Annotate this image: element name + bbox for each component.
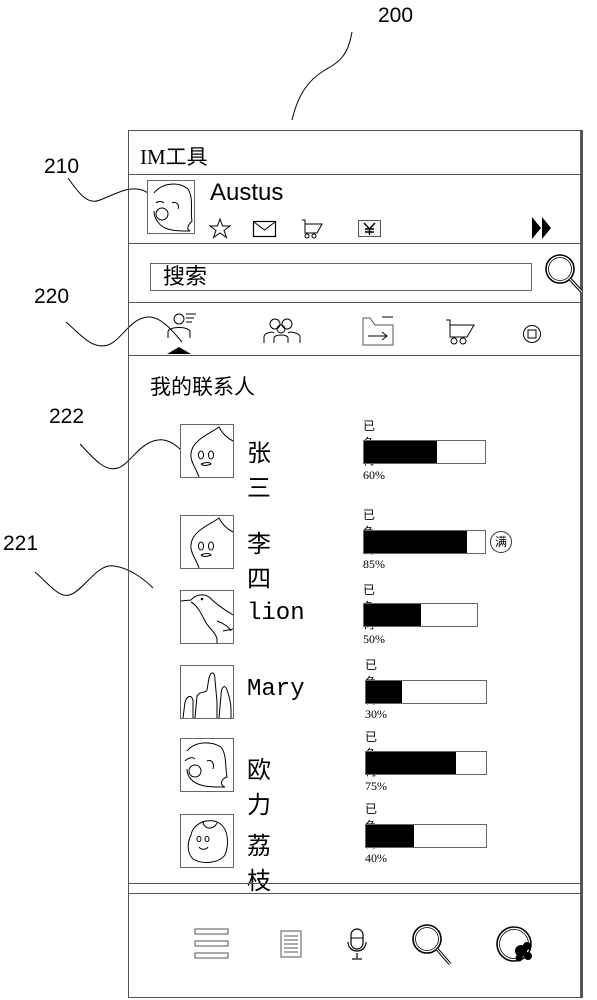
contact-avatar[interactable] [180, 515, 234, 569]
search-input[interactable]: 搜索 [150, 263, 532, 291]
load-bar [365, 824, 487, 848]
settings-blob-icon [496, 926, 532, 962]
user-face-avatar-icon [153, 183, 193, 232]
contact-name: 荔枝 [247, 834, 271, 895]
tab-contacts[interactable] [160, 310, 198, 354]
contact-avatar[interactable] [180, 738, 234, 792]
star-icon[interactable] [208, 217, 232, 239]
divider [128, 893, 583, 894]
load-bar-fill [364, 441, 437, 463]
cart-icon [446, 319, 475, 345]
contact-avatar[interactable] [180, 665, 234, 719]
user-avatar[interactable] [147, 180, 195, 234]
yuan-icon[interactable] [358, 220, 382, 238]
contact-name: lion [247, 600, 305, 627]
bird-avatar-icon [180, 594, 234, 643]
load-bar-fill [364, 531, 467, 553]
username: Austus [210, 179, 284, 206]
bottom-document-button[interactable] [280, 930, 304, 960]
contact-name: 欧力 [247, 758, 271, 819]
load-bar-fill [366, 825, 414, 847]
load-bar-fill [366, 681, 402, 703]
search-icon[interactable] [543, 252, 585, 296]
ghost-avatar-icon [190, 426, 234, 478]
cart-icon[interactable] [300, 219, 324, 239]
group-icon [263, 318, 301, 343]
load-bar [363, 603, 478, 627]
load-bar [363, 440, 486, 464]
tab-more[interactable] [521, 323, 543, 345]
divider [128, 243, 583, 244]
tab-file-transfer[interactable] [362, 314, 396, 346]
load-bar-fill [366, 752, 456, 774]
load-bar-fill [364, 604, 421, 626]
menu-icon [194, 928, 229, 959]
mail-icon[interactable] [252, 220, 277, 238]
contacts-icon [167, 313, 196, 354]
folder-transfer-icon [362, 316, 394, 346]
contact-name: 张三 [247, 441, 271, 502]
bottom-voice-button[interactable] [346, 928, 368, 962]
contact-avatar[interactable] [180, 590, 234, 644]
document-icon [280, 930, 302, 958]
bottom-search-button[interactable] [410, 922, 454, 970]
contact-name: Mary [247, 676, 305, 703]
divider [128, 355, 583, 356]
tab-groups[interactable] [262, 316, 301, 346]
bottom-menu-button[interactable] [193, 927, 231, 963]
divider [128, 302, 583, 303]
search-icon [412, 924, 452, 966]
ghost-avatar-icon [190, 517, 234, 569]
full-badge: 满 [490, 531, 512, 553]
face-avatar-icon [184, 742, 228, 788]
contact-avatar[interactable] [180, 424, 234, 478]
lychee-avatar-icon [187, 820, 228, 863]
stop-icon [523, 325, 541, 343]
app-title: IM工具 [140, 145, 208, 169]
load-bar [365, 751, 487, 775]
load-bar [365, 680, 487, 704]
contact-avatar[interactable] [180, 814, 234, 868]
castle-avatar-icon [182, 672, 232, 719]
double-arrow-right-icon[interactable] [531, 216, 553, 240]
section-title: 我的联系人 [150, 375, 255, 399]
divider [128, 883, 583, 884]
active-tab-indicator [167, 347, 191, 354]
microphone-icon [347, 928, 367, 960]
contact-name: 李四 [247, 532, 271, 593]
tab-shop[interactable] [445, 318, 477, 346]
bottom-settings-button[interactable] [495, 922, 539, 968]
leader-line-device [291, 31, 353, 121]
load-bar [363, 530, 486, 554]
divider [128, 174, 583, 175]
search-placeholder: 搜索 [163, 264, 208, 289]
